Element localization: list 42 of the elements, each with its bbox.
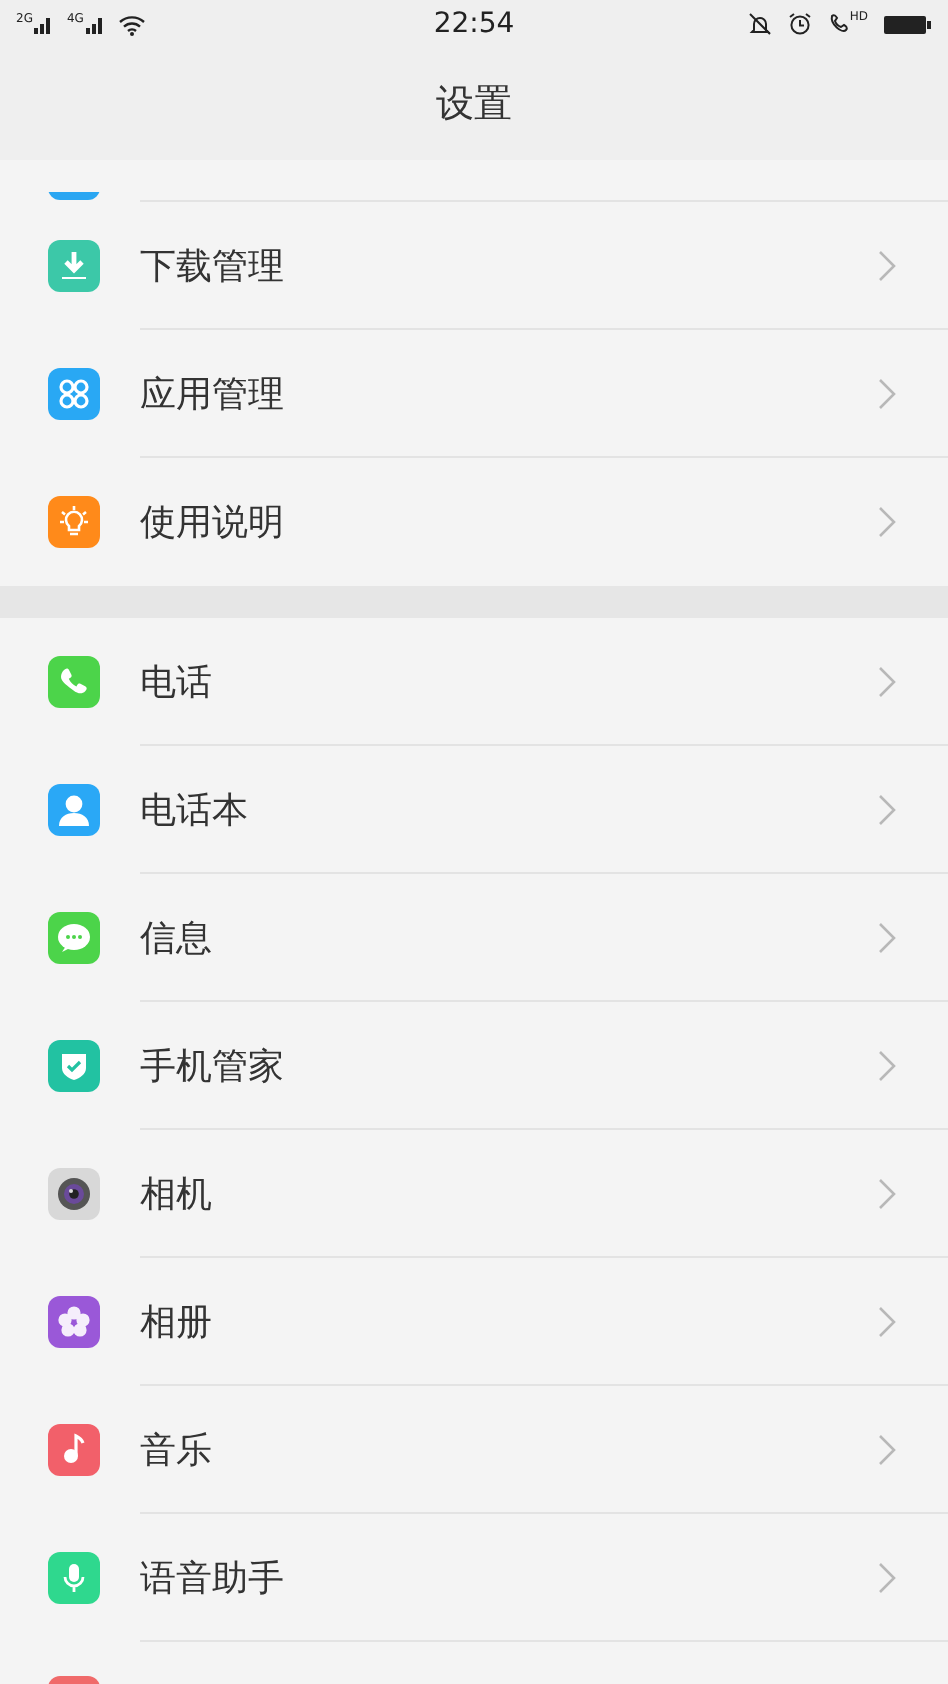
settings-item[interactable]: 电话本 <box>0 746 948 872</box>
item-label: 相机 <box>140 1171 214 1217</box>
chevron-right-icon <box>878 1561 896 1593</box>
bell-off-icon <box>747 12 772 36</box>
settings-item[interactable]: 下载管理 <box>0 202 948 328</box>
chevron-right-icon <box>878 377 896 409</box>
item-label: 信息 <box>140 915 214 961</box>
settings-item[interactable]: 使用说明 <box>0 458 948 586</box>
item-label: 下载管理 <box>140 243 286 289</box>
chevron-right-icon <box>878 1305 896 1337</box>
chevron-right-icon <box>878 793 896 825</box>
phone-call-icon <box>827 12 850 36</box>
settings-item[interactable]: 相机 <box>0 1130 948 1256</box>
chevron-right-icon <box>878 921 896 953</box>
settings-item[interactable]: 应用管理 <box>0 330 948 456</box>
item-label: 相册 <box>140 1299 214 1345</box>
settings-item[interactable]: 音乐 <box>0 1386 948 1512</box>
settings-item[interactable]: 语音助手 <box>0 1514 948 1640</box>
settings-item[interactable]: 电话 <box>0 618 948 744</box>
signal-icon <box>85 14 106 34</box>
item-label: 音乐 <box>140 1427 214 1473</box>
chevron-right-icon <box>878 665 896 697</box>
alarm-clock-icon <box>787 12 812 36</box>
chevron-right-icon <box>878 1049 896 1081</box>
item-label: 语音助手 <box>140 1555 286 1601</box>
settings-item[interactable]: 信息 <box>0 874 948 1000</box>
item-label: 电话本 <box>140 787 250 833</box>
battery-icon <box>884 13 933 35</box>
chevron-right-icon <box>878 1433 896 1465</box>
item-label: 应用管理 <box>140 371 286 417</box>
page-title: 设置 <box>436 80 512 130</box>
wifi-icon <box>117 13 146 35</box>
chevron-right-icon <box>878 1177 896 1209</box>
item-label: 使用说明 <box>140 500 286 546</box>
chevron-right-icon <box>878 249 896 281</box>
item-label: 电话 <box>140 659 214 705</box>
signal-icon <box>34 14 55 34</box>
item-label: 手机管家 <box>140 1043 286 1089</box>
settings-item[interactable]: 手机管家 <box>0 1002 948 1128</box>
chevron-right-icon <box>878 506 896 538</box>
settings-item[interactable]: 相册 <box>0 1258 948 1384</box>
clock-time: 22:54 <box>433 8 515 40</box>
